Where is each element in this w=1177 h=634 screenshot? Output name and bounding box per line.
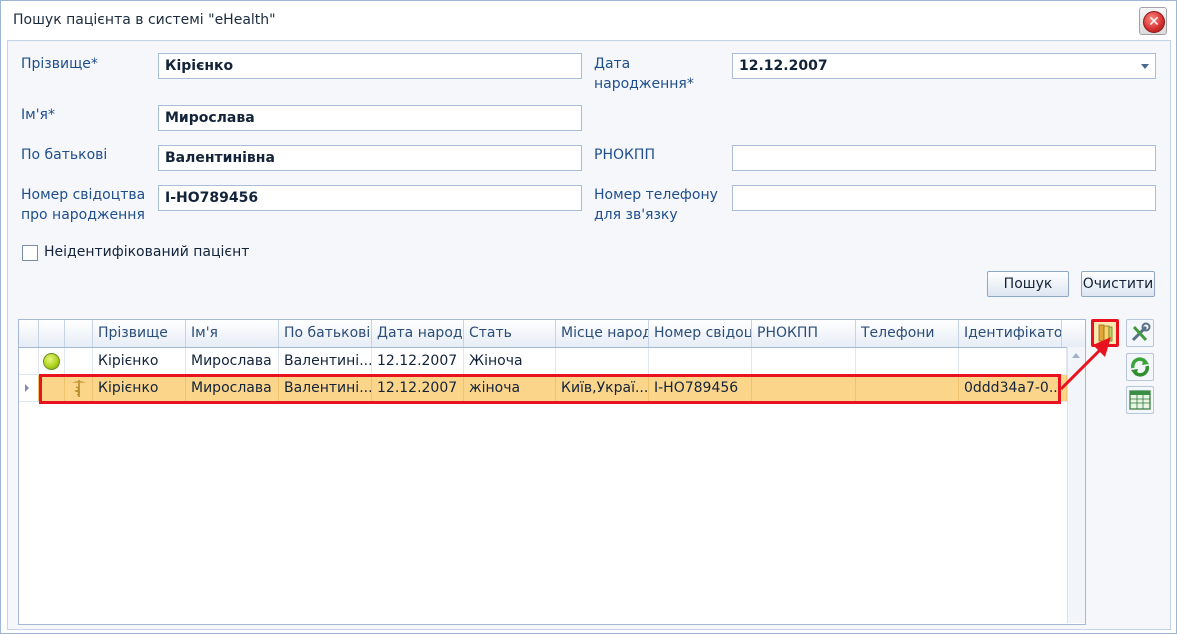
row-indicator	[19, 348, 39, 374]
patronymic-label: По батькові	[21, 147, 108, 163]
cell-identifier	[959, 348, 1067, 374]
chevron-down-icon[interactable]	[1141, 64, 1149, 69]
col-cert[interactable]: Номер свідоц	[649, 320, 752, 347]
header-status	[39, 320, 65, 347]
title-bar: Пошук пацієнта в системі "eHealth" ✕	[1, 1, 1176, 39]
header-type	[65, 320, 93, 347]
tools-icon	[1131, 322, 1151, 342]
cell-cert	[649, 348, 752, 374]
col-phones[interactable]: Телефони	[856, 320, 959, 347]
birthdate-label-line2: народження*	[594, 76, 694, 92]
name-field[interactable]: Мирослава	[158, 105, 582, 131]
cell-sex: Жіноча	[464, 348, 556, 374]
birthdate-value: 12.12.2007	[739, 58, 828, 74]
col-birthdate[interactable]: Дата народж	[372, 320, 464, 347]
col-surname[interactable]: Прізвище	[93, 320, 186, 347]
close-icon: ✕	[1143, 11, 1165, 33]
search-patient-dialog: Пошук пацієнта в системі "eHealth" ✕ Прі…	[0, 0, 1177, 634]
grid-header: Прізвище Ім'я По батькові Дата народж Ст…	[19, 320, 1085, 348]
surname-field[interactable]: Кірієнко	[158, 53, 582, 79]
selected-row-highlight	[39, 374, 1061, 404]
results-grid: Прізвище Ім'я По батькові Дата народж Ст…	[18, 319, 1086, 625]
cell-birthdate: 12.12.2007	[372, 348, 464, 374]
close-button[interactable]: ✕	[1139, 7, 1167, 35]
surname-label: Прізвище*	[21, 56, 98, 72]
phone-field[interactable]	[732, 185, 1156, 211]
patronymic-field[interactable]: Валентинівна	[158, 145, 582, 171]
birthdate-label-line1: Дата	[594, 56, 631, 72]
spreadsheet-icon	[1129, 390, 1151, 410]
phone-label-line2: для зв'язку	[594, 207, 678, 223]
col-identifier[interactable]: Ідентифікатор	[959, 320, 1062, 347]
export-excel-button[interactable]	[1126, 386, 1154, 414]
type-cell	[65, 348, 93, 374]
cell-surname: Кірієнко	[93, 348, 186, 374]
name-label: Ім'я*	[21, 107, 55, 123]
phone-label-line1: Номер телефону	[594, 187, 718, 203]
table-row[interactable]: Кірієнко Мирослава Валентині... 12.12.20…	[19, 348, 1067, 375]
row-pointer-icon	[25, 384, 29, 392]
birthdate-dropdown[interactable]: 12.12.2007	[732, 53, 1156, 79]
col-birthplace[interactable]: Місце народ	[556, 320, 649, 347]
rnokpp-field[interactable]	[732, 145, 1156, 171]
unidentified-label: Неідентифікований пацієнт	[44, 244, 250, 260]
unidentified-checkbox[interactable]	[22, 245, 38, 261]
col-rnokpp[interactable]: РНОКПП	[752, 320, 856, 347]
birth-cert-field[interactable]: І-НО789456	[158, 185, 582, 211]
col-name[interactable]: Ім'я	[186, 320, 279, 347]
rnokpp-label: РНОКПП	[594, 147, 655, 163]
birth-cert-label-line2: про народження	[21, 207, 145, 223]
col-patronymic[interactable]: По батькові	[279, 320, 372, 347]
col-sex[interactable]: Стать	[464, 320, 556, 347]
cell-phones	[856, 348, 959, 374]
header-indicator	[19, 320, 39, 347]
green-circle-icon	[43, 353, 60, 370]
window-title: Пошук пацієнта в системі "eHealth"	[13, 12, 276, 28]
cell-birthplace	[556, 348, 649, 374]
settings-tools-button[interactable]	[1126, 319, 1154, 347]
row-indicator	[19, 375, 39, 401]
refresh-button[interactable]	[1126, 353, 1154, 381]
clear-button[interactable]: Очистити	[1081, 271, 1155, 297]
annotation-arrow	[1059, 337, 1111, 391]
refresh-icon	[1131, 357, 1149, 377]
status-cell	[39, 348, 65, 374]
cell-name: Мирослава	[186, 348, 279, 374]
cell-patronymic: Валентині...	[279, 348, 372, 374]
cell-rnokpp	[752, 348, 856, 374]
birth-cert-label-line1: Номер свідоцтва	[21, 187, 146, 203]
search-button[interactable]: Пошук	[987, 271, 1069, 297]
